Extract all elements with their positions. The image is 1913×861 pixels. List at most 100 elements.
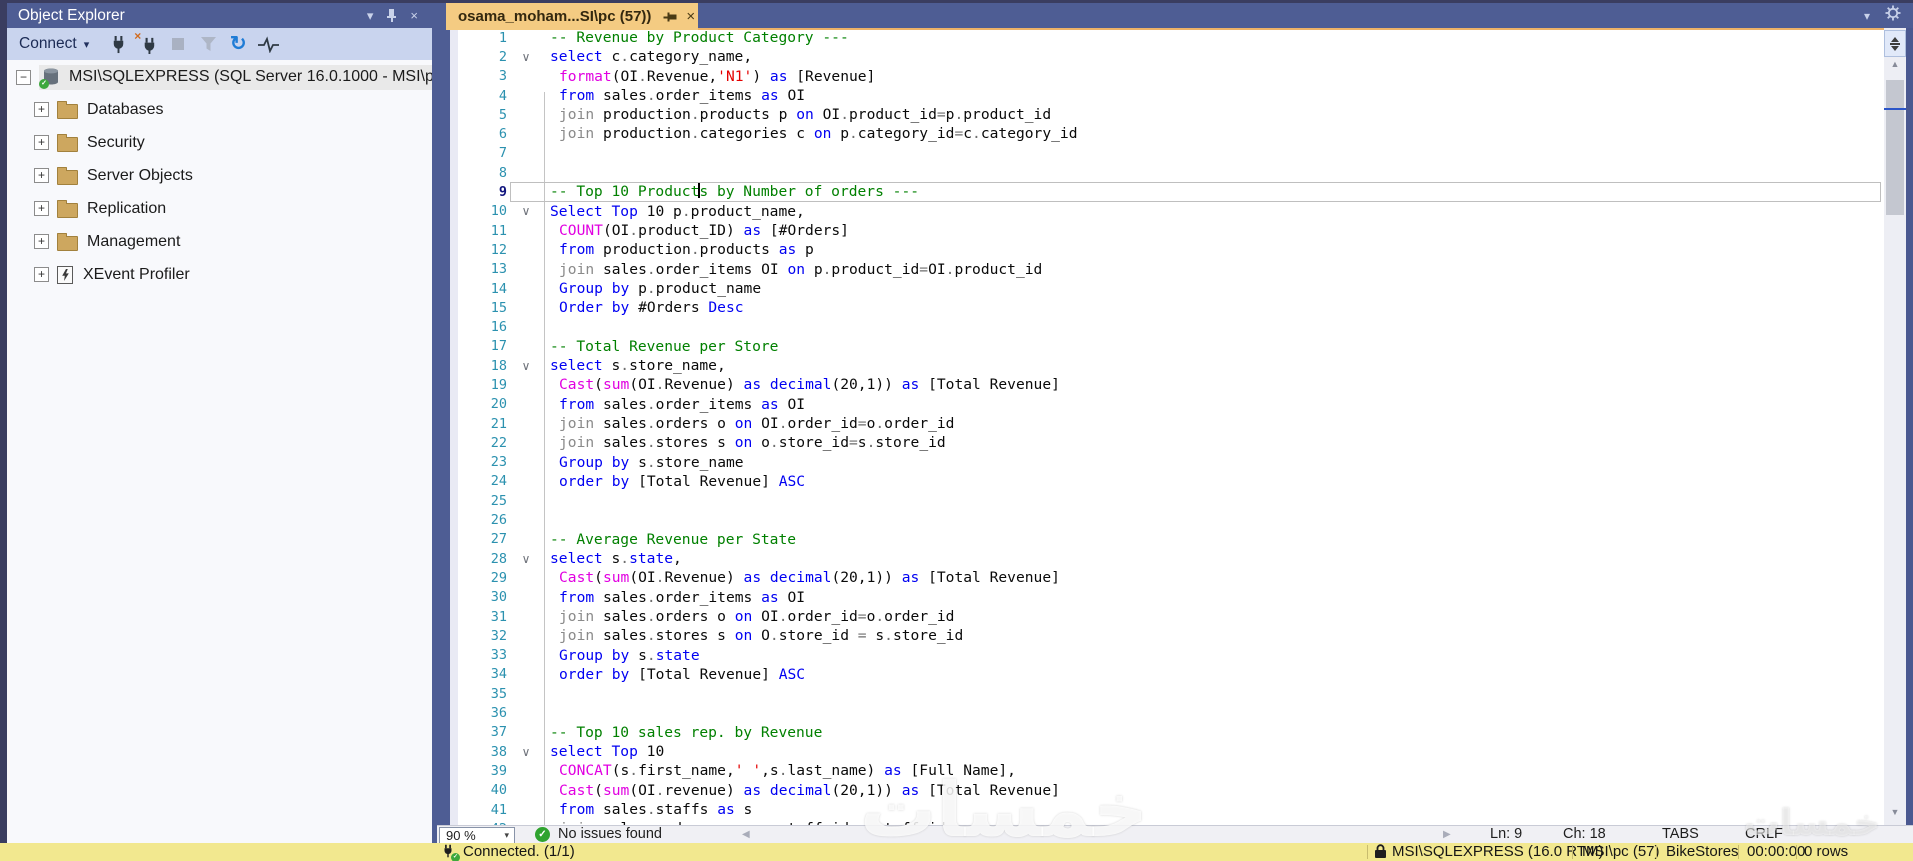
code-line[interactable]: 27-- Average Revenue per State: [450, 530, 1884, 549]
gear-icon[interactable]: [1885, 5, 1901, 26]
code-line[interactable]: 26: [450, 510, 1884, 529]
code-line[interactable]: 2∨select c.category_name,: [450, 47, 1884, 66]
tree-node-replication[interactable]: +Replication: [7, 192, 432, 225]
scroll-right-icon[interactable]: ▶: [1443, 829, 1451, 840]
scroll-up-icon[interactable]: ▲: [1884, 59, 1906, 69]
code-text: from sales.order_items as OI: [545, 395, 805, 414]
code-editor[interactable]: 1-- Revenue by Product Category ---2∨sel…: [450, 28, 1884, 825]
tab-close-icon[interactable]: ×: [686, 8, 695, 25]
tab-pin-icon[interactable]: [663, 12, 677, 21]
close-icon[interactable]: ×: [410, 8, 418, 23]
expand-icon[interactable]: +: [34, 234, 49, 249]
code-line[interactable]: 1-- Revenue by Product Category ---: [450, 28, 1884, 47]
code-line[interactable]: 39CONCAT(s.first_name,' ',s.last_name) a…: [450, 761, 1884, 780]
code-line[interactable]: 10∨Select Top 10 p.product_name,: [450, 202, 1884, 221]
code-line[interactable]: 40Cast(sum(OI.revenue) as decimal(20,1))…: [450, 781, 1884, 800]
pin-icon[interactable]: [387, 9, 396, 23]
code-line[interactable]: 19Cast(sum(OI.Revenue) as decimal(20,1))…: [450, 375, 1884, 394]
code-line[interactable]: 11COUNT(OI.product_ID) as [#Orders]: [450, 221, 1884, 240]
code-line[interactable]: 5join production.products p on OI.produc…: [450, 105, 1884, 124]
code-line[interactable]: 18∨select s.store_name,: [450, 356, 1884, 375]
filter-icon[interactable]: [195, 33, 221, 55]
split-window-handle[interactable]: [1884, 30, 1906, 57]
code-line[interactable]: 30from sales.order_items as OI: [450, 588, 1884, 607]
tree-node-management[interactable]: + Management: [7, 225, 432, 258]
fold-chevron-icon[interactable]: ∨: [507, 552, 545, 566]
scroll-left-icon[interactable]: ◀: [742, 829, 750, 840]
collapse-icon[interactable]: −: [16, 70, 31, 85]
line-number: 5: [458, 107, 507, 123]
tree-node-xevent-profiler[interactable]: +XEvent Profiler: [7, 258, 432, 291]
expand-icon[interactable]: +: [34, 267, 49, 282]
code-line[interactable]: 6join production.categories c on p.categ…: [450, 124, 1884, 143]
code-line[interactable]: 13join sales.order_items OI on p.product…: [450, 260, 1884, 279]
refresh-icon[interactable]: ↻: [225, 33, 251, 55]
editor-vertical-scrollbar[interactable]: ▲ ▼: [1884, 28, 1906, 825]
code-line[interactable]: 32join sales.stores s on O.store_id = s.…: [450, 626, 1884, 645]
tree-node-security[interactable]: +Security: [7, 126, 432, 159]
code-text: -- Total Revenue per Store: [545, 337, 778, 356]
fold-chevron-icon[interactable]: ∨: [507, 50, 545, 64]
code-line[interactable]: 41from sales.staffs as s: [450, 800, 1884, 819]
expand-icon[interactable]: +: [34, 201, 49, 216]
line-number: 8: [458, 165, 507, 181]
code-line[interactable]: 34order by [Total Revenue] ASC: [450, 665, 1884, 684]
stop-icon[interactable]: [165, 33, 191, 55]
expand-icon[interactable]: +: [34, 135, 49, 150]
activity-monitor-icon[interactable]: [255, 33, 281, 55]
status-row-count: 0 rows: [1804, 843, 1848, 861]
code-line[interactable]: 3format(OI.Revenue,'N1') as [Revenue]: [450, 67, 1884, 86]
fold-chevron-icon[interactable]: ∨: [507, 745, 545, 759]
panel-splitter[interactable]: [432, 28, 450, 843]
vertical-scrollbar-thumb[interactable]: [1886, 80, 1904, 215]
code-line[interactable]: 35: [450, 684, 1884, 703]
code-line[interactable]: 28∨select s.state,: [450, 549, 1884, 568]
code-line[interactable]: 12from production.products as p: [450, 240, 1884, 259]
code-line[interactable]: 33Group by s.state: [450, 646, 1884, 665]
code-line[interactable]: 23Group by s.store_name: [450, 453, 1884, 472]
expand-icon[interactable]: +: [34, 168, 49, 183]
tree-node-label: Management: [87, 233, 180, 251]
code-line[interactable]: 31join sales.orders o on OI.order_id=o.o…: [450, 607, 1884, 626]
lock-icon: [1374, 844, 1387, 861]
code-line[interactable]: 16: [450, 317, 1884, 336]
code-line[interactable]: 21join sales.orders o on OI.order_id=o.o…: [450, 414, 1884, 433]
code-text: Order by #Orders Desc: [545, 298, 744, 317]
code-lines[interactable]: 1-- Revenue by Product Category ---2∨sel…: [450, 28, 1884, 825]
disconnect-plug-icon[interactable]: ×: [135, 33, 161, 55]
connect-plug-icon[interactable]: [105, 33, 131, 55]
expand-icon[interactable]: +: [34, 102, 49, 117]
code-text: select c.category_name,: [545, 47, 752, 66]
code-line[interactable]: 25: [450, 491, 1884, 510]
status-line-number: Ln: 9: [1490, 826, 1522, 843]
code-line[interactable]: 29Cast(sum(OI.Revenue) as decimal(20,1))…: [450, 568, 1884, 587]
code-line[interactable]: 20from sales.order_items as OI: [450, 395, 1884, 414]
code-line[interactable]: 24order by [Total Revenue] ASC: [450, 472, 1884, 491]
zoom-level-select[interactable]: 90 % ▾: [439, 827, 515, 844]
code-line[interactable]: 9-- Top 10 Products by Number of orders …: [450, 182, 1884, 201]
code-line[interactable]: 22join sales.stores s on o.store_id=s.st…: [450, 433, 1884, 452]
connect-button[interactable]: Connect ▾: [19, 35, 89, 53]
code-line[interactable]: 17 -- Total Revenue per Store: [450, 337, 1884, 356]
line-number: 17: [458, 338, 507, 354]
code-line[interactable]: 15Order by #Orders Desc: [450, 298, 1884, 317]
disconnect-x-mark: ×: [134, 29, 141, 43]
fold-chevron-icon[interactable]: ∨: [507, 204, 545, 218]
folder-icon: [57, 236, 78, 251]
document-tab[interactable]: osama_moham...SI\pc (57)) ×: [446, 3, 698, 30]
fold-chevron-icon[interactable]: ∨: [507, 359, 545, 373]
tree-node-server[interactable]: − ✓ MSI\SQLEXPRESS (SQL Server 16.0.1000…: [7, 61, 432, 93]
panel-menu-chevron-down-icon[interactable]: ▾: [367, 8, 374, 24]
code-line[interactable]: 14Group by p.product_name: [450, 279, 1884, 298]
code-line[interactable]: 8: [450, 163, 1884, 182]
document-list-chevron-down-icon[interactable]: ▾: [1864, 9, 1870, 23]
code-line[interactable]: 37-- Top 10 sales rep. by Revenue: [450, 723, 1884, 742]
code-line[interactable]: 38∨select Top 10: [450, 742, 1884, 761]
code-line[interactable]: 7: [450, 144, 1884, 163]
tree-node-server-objects[interactable]: +Server Objects: [7, 159, 432, 192]
object-explorer-titlebar[interactable]: Object Explorer ▾ ×: [7, 3, 432, 28]
scroll-down-icon[interactable]: ▼: [1884, 807, 1906, 817]
tree-node-databases[interactable]: +Databases: [7, 93, 432, 126]
code-line[interactable]: 36: [450, 703, 1884, 722]
code-line[interactable]: 4from sales.order_items as OI: [450, 86, 1884, 105]
